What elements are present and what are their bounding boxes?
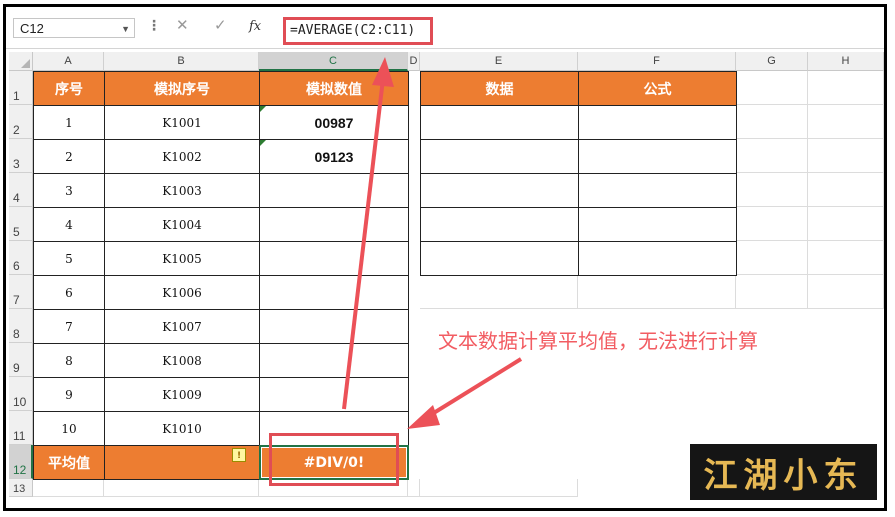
arrow-head-up — [372, 57, 394, 87]
annotation-text: 文本数据计算平均值，无法进行计算 — [438, 329, 758, 353]
screenshot-frame: C12 ▼ ⋮ ✕ ✓ fx =AVERAGE(C2:C11) A B C D … — [3, 4, 887, 511]
arrow-to-formula — [342, 78, 385, 410]
arrow-to-result — [422, 357, 523, 421]
annotation-arrows — [342, 57, 523, 429]
arrow-head-left — [407, 405, 440, 429]
watermark-logo: 江湖小东 — [690, 444, 877, 500]
